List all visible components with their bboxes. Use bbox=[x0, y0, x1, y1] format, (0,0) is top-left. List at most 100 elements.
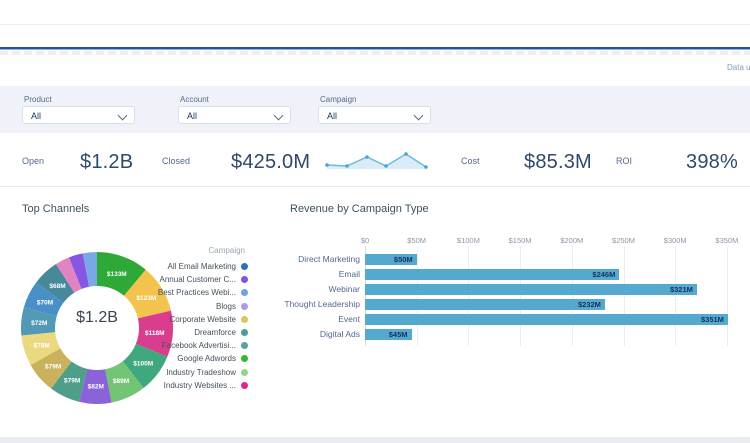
x-axis-tick-label: $0 bbox=[343, 236, 387, 245]
product-filter: Product All bbox=[22, 95, 135, 124]
donut-slice-label: $72M bbox=[31, 320, 47, 327]
bar-category-label: Event bbox=[280, 314, 360, 325]
bar-value-label: $321M bbox=[670, 284, 693, 295]
bar-category-label: Thought Leadership bbox=[280, 299, 360, 310]
x-axis-tick-label: $200M bbox=[550, 236, 594, 245]
legend-item-label: All Email Marketing bbox=[168, 262, 236, 271]
chevron-down-icon bbox=[118, 111, 128, 121]
donut-slice-label: $79M bbox=[45, 363, 61, 370]
donut-slice-label: $70M bbox=[37, 300, 53, 307]
donut-slice-label: $78M bbox=[34, 343, 50, 350]
x-axis-tick-label: $150M bbox=[498, 236, 542, 245]
gridline bbox=[468, 246, 469, 346]
bar[interactable]: $45M bbox=[365, 329, 412, 340]
x-axis-tick-label: $250M bbox=[602, 236, 646, 245]
legend-item-label: Industry Websites ... bbox=[164, 381, 236, 390]
kpi-closed-value: $425.0M bbox=[231, 150, 310, 174]
bar-category-label: Digital Ads bbox=[280, 329, 360, 340]
product-filter-select[interactable]: All bbox=[22, 106, 135, 124]
kpi-roi-label: ROI bbox=[616, 156, 632, 166]
gridline bbox=[572, 246, 573, 346]
kpi-closed-label: Closed bbox=[162, 156, 190, 166]
legend-item[interactable]: Industry Websites ... bbox=[140, 379, 248, 392]
legend-dot-icon bbox=[241, 276, 248, 283]
chevron-down-icon bbox=[274, 111, 284, 121]
revenue-by-campaign-type-title: Revenue by Campaign Type bbox=[290, 203, 429, 215]
sparkline-point bbox=[384, 164, 388, 168]
bar[interactable]: $321M bbox=[365, 284, 697, 295]
sparkline-point bbox=[404, 152, 408, 156]
legend-item[interactable]: Annual Customer C... bbox=[140, 273, 248, 286]
legend-item[interactable]: Best Practices Webi... bbox=[140, 286, 248, 299]
donut-center-total: $1.2B bbox=[76, 309, 118, 326]
bar[interactable]: $246M bbox=[365, 269, 619, 280]
legend-item-label: Annual Customer C... bbox=[160, 275, 236, 284]
donut-slice-label: $82M bbox=[88, 383, 104, 390]
legend-dot-icon bbox=[241, 263, 248, 270]
account-filter-select[interactable]: All bbox=[178, 106, 291, 124]
legend-item[interactable]: Corporate Website bbox=[140, 313, 248, 326]
filter-bar: Product All Account All Campaign All bbox=[0, 86, 750, 133]
bar-category-label: Direct Marketing bbox=[280, 254, 360, 265]
legend-item[interactable]: Facebook Advertisi... bbox=[140, 339, 248, 352]
chevron-down-icon bbox=[414, 111, 424, 121]
campaign-filter-value: All bbox=[327, 111, 337, 121]
kpi-open-label: Open bbox=[22, 156, 44, 166]
legend-item-label: Google Adwords bbox=[177, 354, 236, 363]
kpi-cost-label: Cost bbox=[461, 156, 480, 166]
gridline bbox=[417, 246, 418, 346]
donut-slice-label: $89M bbox=[113, 378, 129, 385]
kpi-roi-value: 398% bbox=[686, 150, 738, 174]
kpi-trend-sparkline bbox=[325, 148, 430, 174]
sparkline-point bbox=[424, 165, 428, 169]
legend-dot-icon bbox=[241, 382, 248, 389]
x-axis-tick-label: $350M bbox=[705, 236, 749, 245]
legend-item-label: Corporate Website bbox=[169, 315, 236, 324]
x-axis-tick-label: $100M bbox=[446, 236, 490, 245]
bar-category-label: Webinar bbox=[280, 284, 360, 295]
donut-slice-label: $68M bbox=[49, 283, 65, 290]
bar-value-label: $246M bbox=[592, 269, 615, 280]
donut-slice-label: $133M bbox=[107, 271, 127, 278]
legend-item[interactable]: All Email Marketing bbox=[140, 260, 248, 273]
bar-value-label: $232M bbox=[578, 299, 601, 310]
bar-value-label: $45M bbox=[389, 329, 408, 340]
bar[interactable]: $50M bbox=[365, 254, 417, 265]
bottom-edge-strip bbox=[0, 437, 750, 443]
legend-item-label: Best Practices Webi... bbox=[158, 288, 236, 297]
campaign-filter: Campaign All bbox=[318, 95, 431, 124]
section-divider bbox=[0, 186, 750, 187]
data-updated-text: Data u bbox=[727, 63, 750, 72]
legend-item[interactable]: Blogs bbox=[140, 300, 248, 313]
legend-item-label: Dreamforce bbox=[194, 328, 236, 337]
top-channels-title: Top Channels bbox=[22, 203, 89, 215]
legend-item[interactable]: Google Adwords bbox=[140, 352, 248, 365]
account-filter-label: Account bbox=[180, 95, 291, 104]
legend-dot-icon bbox=[241, 329, 248, 336]
kpi-open-value: $1.2B bbox=[80, 150, 133, 174]
legend-item[interactable]: Industry Tradeshow bbox=[140, 366, 248, 379]
campaign-filter-label: Campaign bbox=[320, 95, 431, 104]
tab-bar-shadow bbox=[0, 51, 750, 55]
dashboard-page: Data u Product All Account All Campaign … bbox=[0, 0, 750, 443]
product-filter-label: Product bbox=[24, 95, 135, 104]
legend-dot-icon bbox=[241, 355, 248, 362]
bar[interactable]: $351M bbox=[365, 314, 728, 325]
bar[interactable]: $232M bbox=[365, 299, 605, 310]
gridline bbox=[675, 246, 676, 346]
legend-item-label: Industry Tradeshow bbox=[166, 368, 236, 377]
campaign-legend: Campaign All Email MarketingAnnual Custo… bbox=[140, 246, 248, 392]
sparkline-point bbox=[365, 155, 369, 159]
account-filter-value: All bbox=[187, 111, 197, 121]
gridline bbox=[520, 246, 521, 346]
donut-slice-label: $79M bbox=[64, 378, 80, 385]
campaign-filter-select[interactable]: All bbox=[318, 106, 431, 124]
top-hairline bbox=[0, 24, 750, 25]
legend-item-label: Facebook Advertisi... bbox=[162, 341, 236, 350]
bar-value-label: $351M bbox=[701, 314, 724, 325]
kpi-cost-value: $85.3M bbox=[524, 150, 592, 174]
account-filter: Account All bbox=[178, 95, 291, 124]
legend-item[interactable]: Dreamforce bbox=[140, 326, 248, 339]
sparkline-point bbox=[325, 163, 329, 167]
x-axis-tick-label: $300M bbox=[653, 236, 697, 245]
